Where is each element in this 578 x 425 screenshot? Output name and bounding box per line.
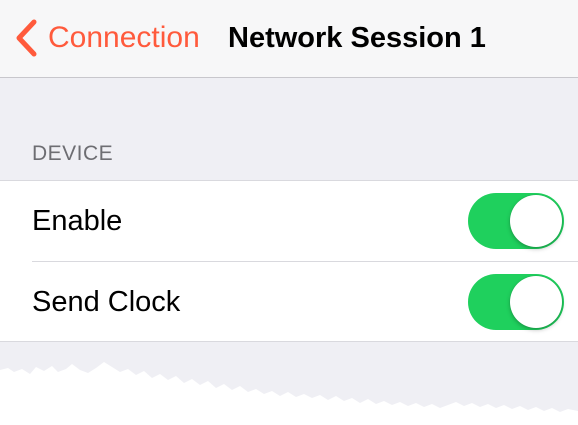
- back-button[interactable]: Connection: [14, 18, 200, 58]
- setting-label-enable: Enable: [32, 205, 123, 237]
- settings-screen: Connection Network Session 1 DEVICE Enab…: [0, 0, 578, 425]
- torn-paper-edge: [0, 362, 578, 425]
- chevron-left-icon: [16, 19, 37, 57]
- back-button-label: Connection: [48, 21, 200, 54]
- send-clock-toggle[interactable]: [468, 274, 564, 330]
- enable-toggle[interactable]: [468, 193, 564, 249]
- toggle-knob: [510, 276, 562, 328]
- setting-label-send-clock: Send Clock: [32, 286, 181, 318]
- section-header-device: DEVICE: [32, 142, 114, 165]
- page-title: Network Session 1: [228, 22, 486, 54]
- setting-row-enable: Enable: [0, 181, 578, 262]
- toggle-knob: [510, 195, 562, 247]
- navigation-bar: Connection Network Session 1: [0, 0, 578, 78]
- setting-row-send-clock: Send Clock: [0, 262, 578, 342]
- device-settings-group: Enable Send Clock: [0, 180, 578, 342]
